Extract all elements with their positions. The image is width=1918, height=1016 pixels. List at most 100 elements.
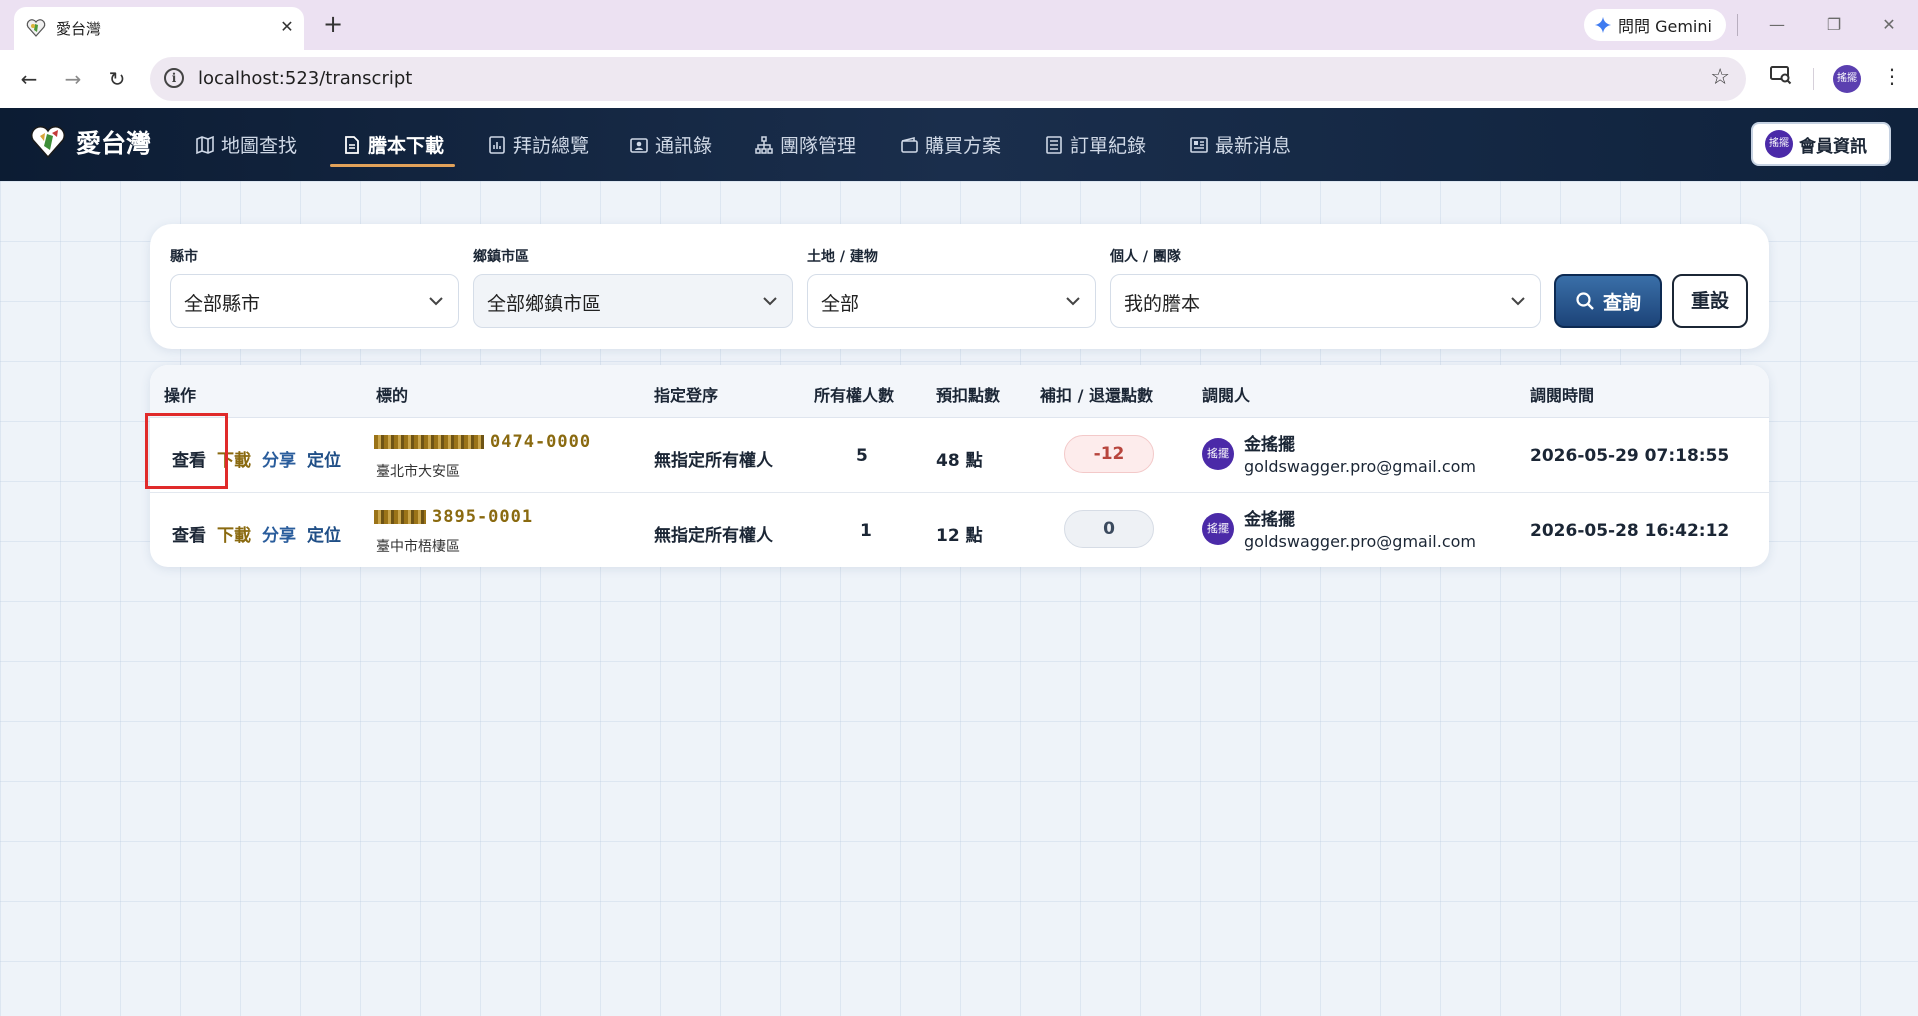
highlight-annotation-box (145, 413, 228, 489)
brand[interactable]: 愛台灣 (30, 124, 151, 160)
close-tab-icon[interactable]: ✕ (276, 16, 298, 38)
active-nav-underline (330, 164, 455, 167)
viewer-avatar: 搖擺 (1202, 513, 1234, 545)
points: 12 點 (936, 526, 983, 546)
nav-label: 購買方案 (925, 135, 1002, 157)
header-target: 標的 (376, 386, 409, 405)
designated-owner: 無指定所有權人 (654, 451, 773, 471)
nav-latest-news[interactable]: 最新消息 (1189, 131, 1291, 158)
land-building-label: 土地 / 建物 (807, 249, 878, 265)
header-adjust: 補扣 / 退還點數 (1040, 386, 1153, 405)
header-viewer: 調閱人 (1202, 386, 1251, 405)
map-icon (196, 135, 214, 154)
target-area: 臺中市梧棲區 (376, 539, 460, 555)
close-window-icon[interactable]: ✕ (1874, 10, 1904, 40)
redacted-section-mark (374, 435, 484, 449)
site-info-icon[interactable]: i (164, 68, 184, 88)
nav-label: 最新消息 (1215, 135, 1292, 157)
gemini-label: 問問 Gemini (1618, 17, 1712, 36)
chart-icon (489, 135, 505, 154)
app-navbar: 愛台灣 地圖查找 謄本下載 拜訪總覽 通訊錄 團隊管理 購買方案 訂單紀錄 最新… (0, 108, 1918, 181)
minimize-window-icon[interactable]: — (1762, 10, 1792, 40)
taiwan-heart-logo-icon (31, 126, 65, 159)
window-controls-divider (1737, 14, 1738, 36)
header-owners: 所有權人數 (814, 386, 895, 405)
member-avatar: 搖擺 (1765, 130, 1793, 158)
transcript-table: 操作 標的 指定登序 所有權人數 預扣點數 補扣 / 退還點數 調閱人 調閱時間… (150, 365, 1769, 567)
nav-label: 拜訪總覽 (513, 135, 590, 157)
viewer-email: goldswagger.pro@gmail.com (1244, 532, 1476, 551)
owner-count: 5 (856, 446, 868, 466)
district-value: 全部鄉鎮市區 (487, 293, 602, 315)
contact-card-icon (630, 137, 648, 153)
wallet-icon (901, 136, 918, 153)
address-bar[interactable]: i localhost:523/transcript ☆ (150, 57, 1746, 101)
county-select[interactable]: 全部縣市 (170, 274, 459, 328)
nav-contacts[interactable]: 通訊錄 (629, 131, 712, 158)
table-header: 操作 標的 指定登序 所有權人數 預扣點數 補扣 / 退還點數 調閱人 調閱時間 (150, 365, 1769, 418)
scope-select[interactable]: 我的謄本 (1110, 274, 1541, 328)
district-select[interactable]: 全部鄉鎮市區 (473, 274, 793, 328)
county-value: 全部縣市 (184, 293, 261, 315)
new-tab-button[interactable]: + (318, 10, 348, 40)
download-link[interactable]: 下載 (217, 521, 251, 546)
member-info-button[interactable]: 搖擺 會員資訊 (1751, 122, 1891, 166)
nav-order-history[interactable]: 訂單紀錄 (1044, 131, 1146, 158)
view-link[interactable]: 查看 (172, 521, 206, 546)
nav-label: 地圖查找 (221, 135, 298, 157)
nav-transcript-download[interactable]: 謄本下載 (342, 131, 444, 158)
land-building-value: 全部 (821, 293, 860, 315)
chevron-down-icon (1511, 297, 1525, 306)
reset-button[interactable]: 重設 (1672, 274, 1748, 328)
locate-link[interactable]: 定位 (307, 521, 341, 546)
address-url[interactable]: localhost:523/transcript (198, 68, 412, 89)
table-row: 查看 下載 分享 定位 3895-0001 臺中市梧棲區 無指定所有權人 1 1… (150, 493, 1769, 567)
nav-label: 團隊管理 (780, 135, 857, 157)
toolbar-divider (1813, 68, 1814, 90)
nav-map-search[interactable]: 地圖查找 (195, 131, 297, 158)
table-row: 查看 下載 分享 定位 0474-0000 臺北市大安區 無指定所有權人 5 4… (150, 418, 1769, 493)
browser-tab[interactable]: 愛台灣 ✕ (14, 7, 304, 50)
browser-toolbar: ← → ↻ i localhost:523/transcript ☆ 搖擺 ⋮ (0, 50, 1918, 108)
tab-title: 愛台灣 (56, 20, 102, 38)
share-link[interactable]: 分享 (262, 521, 296, 546)
viewer-avatar: 搖擺 (1202, 438, 1234, 470)
member-info-label: 會員資訊 (1799, 136, 1867, 157)
nav-label: 訂單紀錄 (1070, 135, 1147, 157)
restore-window-icon[interactable]: ❐ (1819, 10, 1849, 40)
nav-team-management[interactable]: 團隊管理 (754, 131, 856, 158)
viewer-name: 金搖擺 (1244, 510, 1295, 530)
brand-name: 愛台灣 (76, 129, 152, 158)
back-icon[interactable]: ← (13, 63, 45, 95)
nav-purchase-plans[interactable]: 購買方案 (899, 131, 1001, 158)
scope-value: 我的謄本 (1124, 293, 1201, 315)
receipt-icon (1046, 135, 1062, 154)
share-link[interactable]: 分享 (262, 446, 296, 471)
bookmark-star-icon[interactable]: ☆ (1710, 65, 1730, 90)
scope-label: 個人 / 團隊 (1110, 249, 1181, 265)
header-points: 預扣點數 (936, 386, 1001, 405)
browser-menu-icon[interactable]: ⋮ (1882, 64, 1902, 88)
chevron-down-icon (1066, 297, 1080, 306)
ask-gemini-button[interactable]: 問問 Gemini (1584, 9, 1726, 41)
nav-visit-overview[interactable]: 拜訪總覽 (487, 131, 589, 158)
land-building-select[interactable]: 全部 (807, 274, 1096, 328)
locate-link[interactable]: 定位 (307, 446, 341, 471)
browser-tab-strip: 愛台灣 ✕ + 問問 Gemini — ❐ ✕ (0, 0, 1918, 50)
designated-owner: 無指定所有權人 (654, 526, 773, 546)
forward-icon[interactable]: → (57, 63, 89, 95)
reload-icon[interactable]: ↻ (101, 63, 133, 95)
redacted-section-mark (374, 510, 426, 524)
filter-panel: 縣市 全部縣市 鄉鎮市區 全部鄉鎮市區 土地 / 建物 全部 個人 / 團隊 我… (150, 224, 1769, 349)
gemini-sparkle-icon (1594, 16, 1612, 34)
search-icon (1576, 292, 1594, 310)
viewer-name: 金搖擺 (1244, 435, 1295, 455)
owner-count: 1 (860, 521, 872, 541)
target-code: 0474-0000 (374, 432, 591, 452)
query-button[interactable]: 查詢 (1554, 274, 1662, 328)
target-number: 3895-0001 (432, 507, 534, 527)
browser-profile-avatar[interactable]: 搖擺 (1833, 65, 1861, 93)
county-label: 縣市 (170, 249, 198, 265)
cast-search-icon[interactable] (1766, 64, 1796, 94)
target-code: 3895-0001 (374, 507, 533, 527)
